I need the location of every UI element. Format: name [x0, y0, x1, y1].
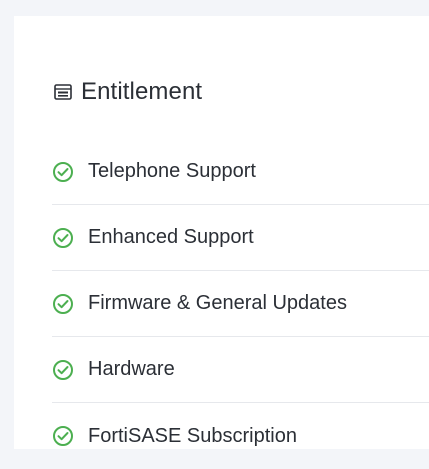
- entitlement-list: Telephone Support Enhanced Support Firmw…: [52, 139, 429, 469]
- item-label: Enhanced Support: [88, 226, 254, 248]
- item-label: Telephone Support: [88, 160, 256, 182]
- list-item: Firmware & General Updates: [52, 271, 429, 337]
- list-item: FortiSASE Subscription: [52, 403, 429, 469]
- item-label: Firmware & General Updates: [88, 292, 347, 314]
- item-label: FortiSASE Subscription: [88, 424, 297, 447]
- list-item: Enhanced Support: [52, 205, 429, 271]
- list-item: Telephone Support: [52, 139, 429, 205]
- check-circle-icon: [52, 359, 74, 381]
- entitlement-card: Entitlement Telephone Support Enhanced S…: [14, 16, 429, 449]
- check-circle-icon: [52, 425, 74, 447]
- card-header: Entitlement: [54, 78, 202, 106]
- list-item: Hardware: [52, 337, 429, 403]
- card-title: Entitlement: [81, 78, 203, 105]
- check-circle-icon: [52, 161, 74, 183]
- check-circle-icon: [52, 227, 74, 249]
- check-circle-icon: [52, 293, 74, 315]
- license-card-icon: [54, 83, 72, 101]
- item-label: Hardware: [88, 358, 175, 380]
